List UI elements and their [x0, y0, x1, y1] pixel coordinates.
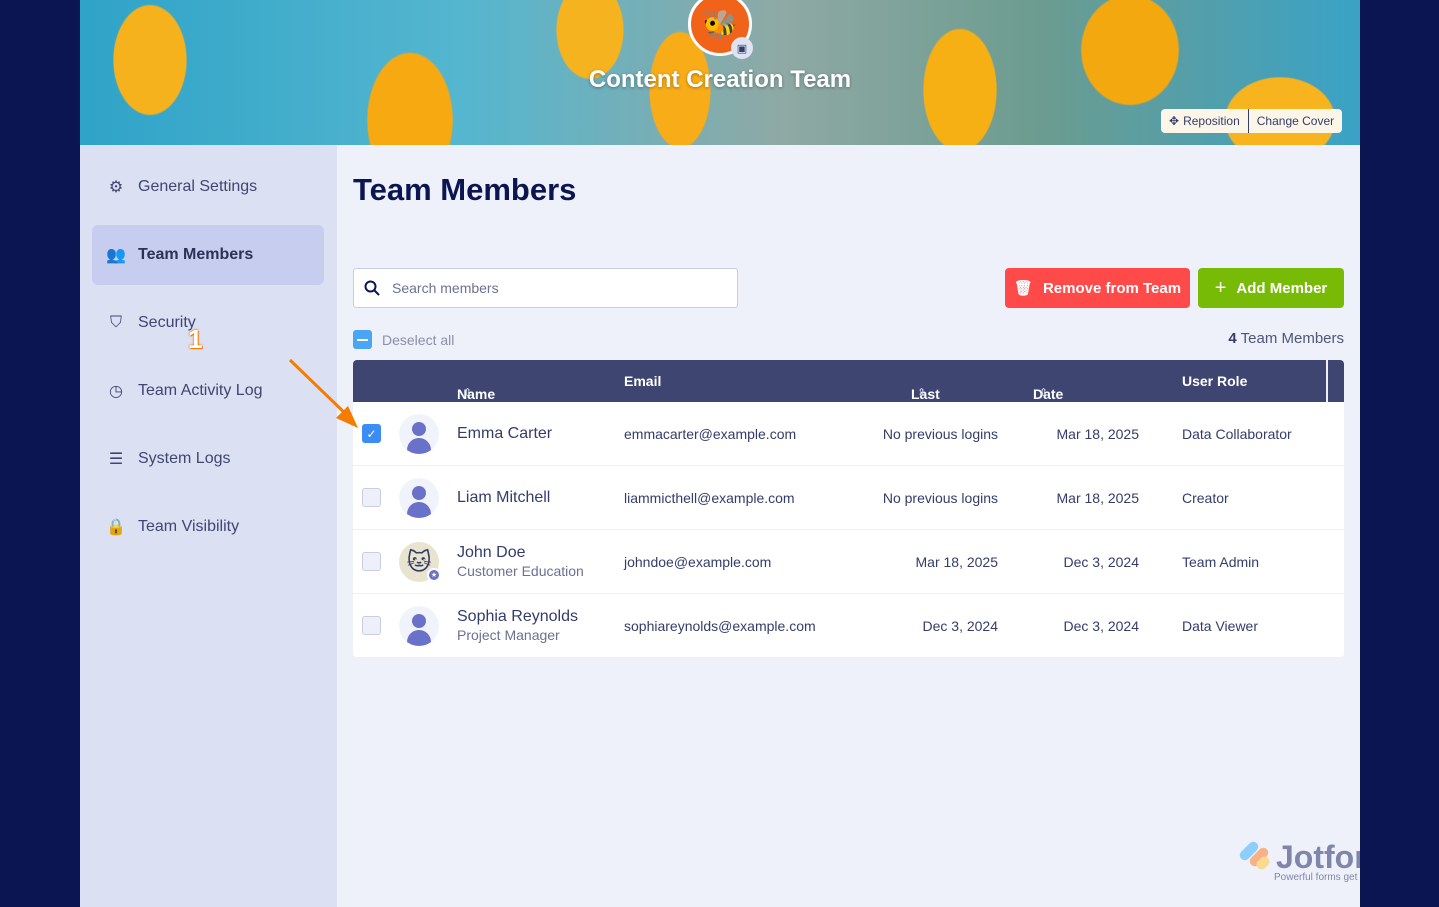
member-date-created: Mar 18, 2025: [1056, 490, 1140, 506]
members-table: Name⇕ Email Last Login⇕ Date Created⇕ Us…: [353, 360, 1344, 658]
member-role[interactable]: Creator: [1182, 490, 1229, 506]
admin-badge-icon: ★: [427, 568, 441, 582]
member-name-cell: Liam Mitchell: [457, 489, 550, 507]
member-name-cell: John Doe Customer Education: [457, 544, 584, 580]
avatar: [399, 414, 439, 454]
member-last-login: No previous logins: [882, 490, 998, 506]
sidebar-item-security[interactable]: ⛉ Security: [92, 293, 324, 353]
member-date-created: Dec 3, 2024: [1063, 554, 1140, 570]
move-icon: ✥: [1169, 114, 1180, 128]
cover-banner: 🐝 ▣ Content Creation Team ✥ Reposition Ch…: [80, 0, 1360, 145]
team-name: Content Creation Team: [588, 66, 852, 93]
users-icon: 👥: [106, 247, 126, 264]
member-date-created: Dec 3, 2024: [1063, 618, 1140, 634]
table-row[interactable]: Liam Mitchell liammicthell@example.com N…: [353, 466, 1344, 530]
search-icon: [364, 280, 380, 296]
jotform-tagline: Powerful forms get it done: [1274, 872, 1360, 883]
sidebar-item-label: Team Members: [138, 246, 254, 263]
user-icon: [412, 614, 426, 628]
member-last-login: No previous logins: [882, 426, 998, 442]
jotform-mark-icon: [1237, 839, 1272, 874]
sort-icon[interactable]: ⇕: [463, 386, 472, 399]
avatar: 🐱 ★: [399, 542, 441, 582]
member-role[interactable]: Data Collaborator: [1182, 426, 1292, 442]
search-box[interactable]: [353, 268, 738, 308]
table-row[interactable]: ✓ Emma Carter emmacarter@example.com No …: [353, 402, 1344, 466]
annotation-step-number: 1: [188, 324, 203, 354]
sidebar-item-system-logs[interactable]: ☰ System Logs: [92, 429, 324, 489]
column-header-email: Email: [624, 373, 662, 389]
lock-icon: 🔒: [106, 519, 126, 536]
member-name-cell: Emma Carter: [457, 425, 552, 443]
cover-controls: ✥ Reposition Change Cover: [1161, 109, 1343, 133]
sidebar: ⚙ General Settings 👥 Team Members ⛉ Securit…: [80, 145, 337, 907]
sidebar-item-label: Team Activity Log: [138, 382, 263, 399]
change-avatar-icon[interactable]: ▣: [731, 37, 753, 59]
sidebar-item-label: System Logs: [138, 450, 231, 467]
sidebar-item-label: Team Visibility: [138, 518, 240, 535]
member-name: John Doe: [457, 544, 526, 561]
deselect-checkbox[interactable]: [353, 330, 372, 349]
row-checkbox[interactable]: ✓: [362, 424, 381, 443]
sidebar-item-team-visibility[interactable]: 🔒 Team Visibility: [92, 497, 324, 557]
member-email: sophiareynolds@example.com: [624, 618, 816, 634]
sidebar-item-label: General Settings: [138, 178, 258, 195]
avatar: [399, 606, 439, 646]
member-name: Emma Carter: [457, 425, 553, 442]
table-header: Name⇕ Email Last Login⇕ Date Created⇕ Us…: [353, 360, 1344, 418]
deselect-all-toggle[interactable]: Deselect all: [353, 330, 454, 349]
sidebar-item-team-members[interactable]: 👥 Team Members: [92, 225, 324, 285]
shield-icon: ⛉: [109, 314, 122, 331]
jotform-logo: Jotform Powerful forms get it done: [1237, 839, 1360, 883]
deselect-label: Deselect all: [382, 331, 455, 348]
database-icon: ☰: [108, 451, 124, 468]
jotform-brand: Jotform: [1276, 839, 1360, 875]
sort-icon[interactable]: ⇕: [1039, 386, 1048, 399]
member-email: johndoe@example.com: [624, 554, 772, 570]
column-header-user-role: User Role: [1182, 373, 1248, 389]
remove-from-team-button[interactable]: 🗑 Remove from Team: [1005, 268, 1190, 308]
user-icon: [412, 422, 426, 436]
remove-label: Remove from Team: [1042, 279, 1182, 297]
member-count: 4 Team Members: [1228, 330, 1344, 347]
avatar: [399, 478, 439, 518]
table-body: ✓ Emma Carter emmacarter@example.com No …: [353, 402, 1344, 658]
member-date-created: Mar 18, 2025: [1056, 426, 1140, 442]
member-last-login: Mar 18, 2025: [915, 554, 999, 570]
row-checkbox[interactable]: [362, 552, 381, 571]
user-icon: [412, 486, 426, 500]
reposition-button[interactable]: ✥ Reposition: [1161, 109, 1248, 133]
add-member-button[interactable]: + Add Member: [1198, 268, 1344, 308]
add-label: Add Member: [1236, 279, 1328, 297]
member-email: liammicthell@example.com: [624, 490, 795, 506]
history-icon: ◷: [109, 383, 123, 400]
member-count-number: 4: [1228, 330, 1237, 347]
sidebar-item-team-activity-log[interactable]: ◷ Team Activity Log: [92, 361, 324, 421]
team-settings-app: 🐝 ▣ Content Creation Team ✥ Reposition Ch…: [80, 0, 1360, 907]
row-checkbox[interactable]: [362, 616, 381, 635]
table-row[interactable]: 🐱 ★ John Doe Customer Education johndoe@ex…: [353, 530, 1344, 594]
search-input[interactable]: [392, 280, 712, 296]
row-checkbox[interactable]: [362, 488, 381, 507]
sort-icon[interactable]: ⇕: [917, 386, 926, 399]
trash-icon: 🗑: [1013, 280, 1033, 297]
bee-icon: 🐝: [702, 8, 738, 40]
member-role[interactable]: Team Admin: [1182, 554, 1259, 570]
member-title: Customer Education: [457, 563, 584, 579]
gear-icon: ⚙: [108, 179, 124, 196]
member-count-label: Team Members: [1240, 330, 1344, 347]
change-cover-button[interactable]: Change Cover: [1247, 109, 1342, 133]
page-title: Team Members: [353, 172, 577, 207]
reposition-label: Reposition: [1183, 114, 1240, 128]
member-name: Sophia Reynolds: [457, 608, 578, 625]
member-role[interactable]: Data Viewer: [1182, 618, 1258, 634]
member-title: Project Manager: [457, 627, 560, 643]
member-name: Liam Mitchell: [457, 489, 551, 506]
member-name-cell: Sophia Reynolds Project Manager: [457, 608, 578, 644]
member-email: emmacarter@example.com: [624, 426, 797, 442]
plus-icon: +: [1214, 276, 1227, 299]
table-row[interactable]: Sophia Reynolds Project Manager sophiarey…: [353, 594, 1344, 658]
sidebar-item-general-settings[interactable]: ⚙ General Settings: [92, 157, 324, 217]
member-last-login: Dec 3, 2024: [922, 618, 999, 634]
